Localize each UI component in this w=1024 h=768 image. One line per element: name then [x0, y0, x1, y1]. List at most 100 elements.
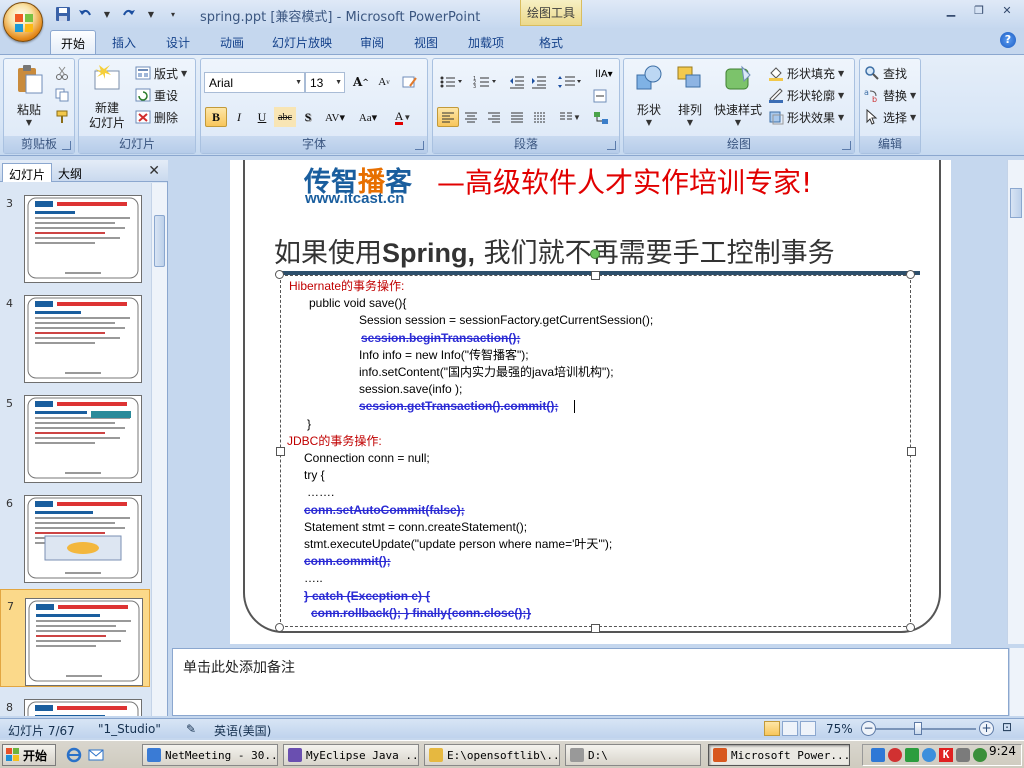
replace-button[interactable]: ab 替换 ▼ — [864, 85, 916, 105]
notes-pane[interactable]: 单击此处添加备注 — [172, 648, 1009, 716]
code-line[interactable]: stmt.executeUpdate("update person where … — [304, 536, 612, 553]
tab-outline[interactable]: 大纲 — [52, 163, 88, 182]
change-case-icon[interactable]: Aa▾ — [353, 107, 383, 127]
paste-dropdown-icon[interactable]: ▼ — [8, 118, 50, 127]
code-line[interactable]: session.getTransaction().commit(); — [359, 398, 558, 415]
resize-handle-ne[interactable] — [906, 270, 915, 279]
tab-insert[interactable]: 插入 — [104, 30, 144, 54]
layout-button[interactable]: 版式 ▼ — [135, 63, 187, 83]
code-line[interactable]: public void save(){ — [309, 295, 406, 312]
decrease-indent-icon[interactable] — [507, 72, 527, 92]
tab-review[interactable]: 审阅 — [352, 30, 392, 54]
find-button[interactable]: 查找 — [864, 63, 907, 83]
tray-app-icon[interactable] — [905, 748, 919, 762]
clear-formatting-icon[interactable] — [399, 72, 421, 92]
task-explorer-d[interactable]: D:\ — [565, 744, 701, 766]
task-myeclipse[interactable]: MyEclipse Java ... — [283, 744, 419, 766]
resize-handle-n[interactable] — [591, 271, 600, 280]
tab-animations[interactable]: 动画 — [212, 30, 252, 54]
task-explorer-opensoftlib[interactable]: E:\opensoftlib\... — [424, 744, 560, 766]
tab-format[interactable]: 格式 — [528, 30, 574, 54]
network-icon[interactable] — [871, 748, 885, 762]
notes-scrollbar[interactable] — [1009, 648, 1024, 716]
shape-outline-button[interactable]: 形状轮廓 ▼ — [768, 85, 844, 105]
reset-button[interactable]: 重设 — [135, 85, 178, 105]
slide-thumbnail[interactable]: 6 — [0, 487, 150, 585]
paragraph-launcher-icon[interactable] — [607, 141, 616, 150]
slide-thumbnail-image[interactable] — [24, 495, 142, 583]
line-spacing-icon[interactable] — [555, 72, 585, 92]
arrange-button[interactable]: 排列 ▼ — [670, 63, 710, 127]
restore-icon[interactable]: ❐ — [966, 2, 992, 18]
slide-thumbnail[interactable]: 5 — [0, 387, 150, 485]
code-line[interactable]: Info info = new Info("传智播客"); — [359, 347, 529, 364]
thumbnails-scrollbar[interactable] — [151, 183, 167, 716]
shape-effects-button[interactable]: 形状效果 ▼ — [768, 107, 844, 127]
zoom-out-icon[interactable]: − — [861, 721, 876, 736]
title-rotation-handle[interactable] — [590, 249, 600, 259]
align-text-icon[interactable] — [591, 86, 611, 106]
align-center-icon[interactable] — [460, 107, 482, 127]
slide-thumbnail-image[interactable] — [25, 598, 143, 686]
code-line[interactable]: } catch (Exception e) { — [304, 588, 430, 605]
slide-canvas[interactable]: 传智播客 www.itcast.cn —高级软件人才实作培训专家! 如果使用Sp… — [230, 160, 951, 644]
slide-sorter-view-icon[interactable] — [782, 721, 798, 736]
justify-icon[interactable] — [506, 107, 528, 127]
theme-name[interactable]: "1_Studio" — [98, 722, 161, 736]
code-line[interactable]: try { — [304, 467, 325, 484]
underline-icon[interactable]: U — [251, 107, 273, 127]
shapes-button[interactable]: 形状 ▼ — [628, 63, 670, 127]
convert-smartart-icon[interactable] — [591, 108, 611, 128]
clipboard-launcher-icon[interactable] — [62, 141, 71, 150]
drawing-launcher-icon[interactable] — [842, 141, 851, 150]
k-tray-icon[interactable]: K — [939, 748, 953, 762]
bullets-icon[interactable] — [437, 72, 467, 92]
redo-icon[interactable] — [120, 5, 138, 23]
paste-button[interactable]: 粘贴 ▼ — [8, 63, 50, 127]
character-spacing-icon[interactable]: AV▾ — [320, 107, 350, 127]
numbering-icon[interactable]: 123 — [471, 72, 501, 92]
office-button[interactable] — [3, 2, 43, 42]
code-line[interactable]: ……. — [307, 484, 334, 501]
task-powerpoint[interactable]: Microsoft Power... — [708, 744, 850, 766]
new-slide-button[interactable]: 新建 幻灯片 — [83, 63, 131, 131]
language[interactable]: 英语(美国) — [214, 722, 271, 739]
tab-view[interactable]: 视图 — [406, 30, 446, 54]
code-line[interactable]: Statement stmt = conn.createStatement(); — [304, 519, 527, 536]
slide-scrollbar[interactable] — [1007, 160, 1024, 644]
slide-thumbnail-image[interactable] — [24, 699, 142, 716]
code-line[interactable]: ….. — [304, 570, 323, 587]
spell-check-icon[interactable]: ✎ — [186, 722, 196, 736]
security-tray-icon[interactable] — [973, 748, 987, 762]
copy-icon[interactable] — [52, 85, 72, 105]
slide-thumbnail-image[interactable] — [24, 295, 142, 383]
slide-thumbnail-image[interactable] — [24, 195, 142, 283]
code-line[interactable]: conn.setAutoCommit(false); — [304, 502, 465, 519]
resize-handle-e[interactable] — [907, 447, 916, 456]
normal-view-icon[interactable] — [764, 721, 780, 736]
code-line[interactable]: JDBC的事务操作: — [287, 433, 382, 450]
select-button[interactable]: 选择 ▼ — [864, 107, 916, 127]
antivirus-icon[interactable] — [888, 748, 902, 762]
slideshow-view-icon[interactable] — [800, 721, 816, 736]
slide-thumbnail[interactable]: 3 — [0, 187, 150, 285]
font-launcher-icon[interactable] — [415, 141, 424, 150]
tab-design[interactable]: 设计 — [158, 30, 198, 54]
code-line[interactable]: info.setContent("国内实力最强的java培训机构"); — [359, 364, 614, 381]
zoom-slider-track[interactable] — [876, 728, 976, 730]
bold-icon[interactable]: B — [205, 107, 227, 127]
font-size-combo[interactable]: 13 ▼ — [305, 72, 345, 93]
code-line[interactable]: Connection conn = null; — [304, 450, 430, 467]
slide-thumbnail[interactable]: 7 — [0, 589, 150, 687]
increase-indent-icon[interactable] — [529, 72, 549, 92]
task-netmeeting[interactable]: NetMeeting - 30... — [142, 744, 278, 766]
resize-handle-sw[interactable] — [275, 623, 284, 632]
shadow-icon[interactable]: S — [297, 107, 319, 127]
help-icon[interactable]: ? — [1000, 32, 1016, 48]
thumbnails-scroll-thumb[interactable] — [154, 215, 165, 267]
save-icon[interactable] — [54, 5, 72, 23]
redo-dropdown-icon[interactable]: ▼ — [142, 5, 160, 23]
code-line[interactable]: Session session = sessionFactory.getCurr… — [359, 312, 653, 329]
tab-addins[interactable]: 加载项 — [460, 30, 512, 54]
resize-handle-s[interactable] — [591, 624, 600, 633]
